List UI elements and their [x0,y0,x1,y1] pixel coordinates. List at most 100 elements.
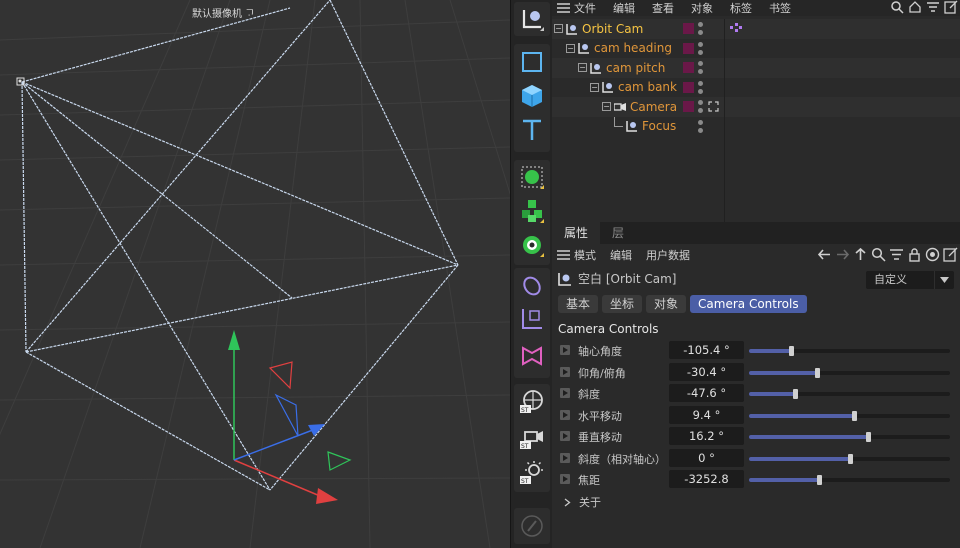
cloner-tool[interactable] [518,197,546,225]
collapse-toggle-icon[interactable]: − [566,43,575,53]
tab-attributes[interactable]: 属性 [552,222,601,244]
param-slider[interactable] [749,453,950,464]
param-value-field[interactable]: -30.4 ° [669,362,744,381]
menu-mode[interactable]: 模式 [574,247,596,263]
search-icon[interactable] [871,247,886,262]
animate-toggle-icon[interactable] [560,431,570,441]
slider-knob[interactable] [793,389,799,399]
param-slider[interactable] [749,367,950,378]
param-value-field[interactable]: -3252.8 [669,470,744,488]
param-value-field[interactable]: 16.2 ° [669,427,744,445]
new-window-icon[interactable] [944,0,958,14]
forward-arrow-icon[interactable] [835,247,850,262]
param-slider[interactable] [749,346,950,356]
xz-plane-handle-icon[interactable] [327,451,352,471]
viewport-scene[interactable] [0,0,510,548]
param-value-field[interactable]: 9.4 ° [669,405,744,424]
tree-row-cam-heading[interactable]: − cam heading [552,39,960,59]
back-arrow-icon[interactable] [817,247,832,262]
collapse-toggle-icon[interactable]: − [578,63,587,73]
menu-tags[interactable]: 标签 [730,0,752,16]
slider-knob[interactable] [865,432,871,442]
layer-color-swatch[interactable] [683,81,694,93]
tree-row-cam-pitch[interactable]: − cam pitch [552,58,960,78]
param-slider[interactable] [749,389,950,399]
slider-knob[interactable] [789,346,795,356]
animate-toggle-icon[interactable] [560,366,570,377]
animate-toggle-icon[interactable] [560,452,570,463]
subdivision-tool[interactable] [518,163,546,191]
layer-color-swatch[interactable] [683,101,694,112]
render-visibility-dot[interactable] [698,127,703,133]
preset-dropdown[interactable]: 自定义 [866,271,954,289]
spline-tool[interactable] [518,271,546,299]
param-slider[interactable] [749,475,950,485]
render-visibility-dot[interactable] [698,108,703,113]
editor-visibility-dot[interactable] [698,22,703,27]
new-window-icon[interactable] [943,247,958,262]
x-axis-arrow-icon[interactable] [316,488,338,504]
editor-visibility-dot[interactable] [698,80,703,86]
null-object-tool[interactable] [518,5,546,33]
scene-tool[interactable] [518,342,546,370]
edit-tool[interactable] [518,512,546,540]
tree-row-cam-bank[interactable]: − cam bank [552,78,960,98]
param-value-field[interactable]: -105.4 ° [669,341,744,359]
layer-color-swatch[interactable] [683,23,694,34]
up-arrow-icon[interactable] [853,247,868,262]
param-slider[interactable] [749,410,950,421]
menu-view[interactable]: 查看 [652,0,674,16]
menu-user-data[interactable]: 用户数据 [646,247,690,263]
subtab-camera-controls[interactable]: Camera Controls [690,295,807,313]
subtab-object[interactable]: 对象 [646,295,687,313]
sky-tool[interactable]: ST [518,387,546,415]
slider-knob[interactable] [815,367,821,378]
cube-tool[interactable] [518,82,546,110]
collapse-toggle-icon[interactable]: − [554,24,563,34]
tree-row-camera[interactable]: − Camera [552,97,960,117]
param-value-field[interactable]: -47.6 ° [669,384,744,402]
3d-viewport[interactable]: 默认摄像机 ᄀᆞ [0,0,510,548]
collapse-toggle-icon[interactable]: − [590,82,599,92]
param-value-field[interactable]: 0 ° [669,448,744,467]
slider-knob[interactable] [847,453,853,464]
menu-edit[interactable]: 编辑 [610,247,632,263]
field-tool[interactable] [518,305,546,333]
lock-icon[interactable] [907,247,922,262]
render-visibility-dot[interactable] [698,30,703,35]
menu-object[interactable]: 对象 [691,0,713,16]
target-icon[interactable] [925,247,940,262]
y-axis-arrow-icon[interactable] [228,330,240,350]
subtab-coord[interactable]: 坐标 [602,295,643,313]
target-tag-icon[interactable] [708,101,719,112]
editor-visibility-dot[interactable] [698,119,703,125]
collapse-toggle-icon[interactable]: − [602,102,611,112]
menu-file[interactable]: 文件 [574,0,596,16]
hamburger-menu-icon[interactable] [552,0,574,16]
layer-color-swatch[interactable] [683,42,694,54]
deformer-tool[interactable] [518,231,546,259]
slider-knob[interactable] [817,475,823,485]
subtab-basic[interactable]: 基本 [558,295,599,313]
animate-toggle-icon[interactable] [560,474,570,484]
menu-edit[interactable]: 编辑 [613,0,635,16]
tab-layers[interactable]: 层 [600,222,636,244]
editor-visibility-dot[interactable] [698,61,703,66]
editor-visibility-dot[interactable] [698,100,703,105]
layer-color-swatch[interactable] [683,62,694,73]
render-visibility-dot[interactable] [698,69,703,74]
light-tool[interactable]: ST [518,458,546,486]
tree-row-orbit-cam[interactable]: − Orbit Cam [552,19,960,39]
xpresso-tag-icon[interactable] [730,23,742,35]
text-tool[interactable] [518,116,546,144]
filter-icon[interactable] [889,247,904,262]
render-visibility-dot[interactable] [698,49,703,55]
chevron-down-icon[interactable] [934,271,954,289]
about-section[interactable]: 关于 [564,494,601,510]
slider-knob[interactable] [851,410,857,421]
animate-toggle-icon[interactable] [560,345,570,355]
editor-visibility-dot[interactable] [698,41,703,47]
tree-row-focus[interactable]: Focus [552,117,960,137]
menu-bookmarks[interactable]: 书签 [769,0,791,16]
param-slider[interactable] [749,432,950,442]
